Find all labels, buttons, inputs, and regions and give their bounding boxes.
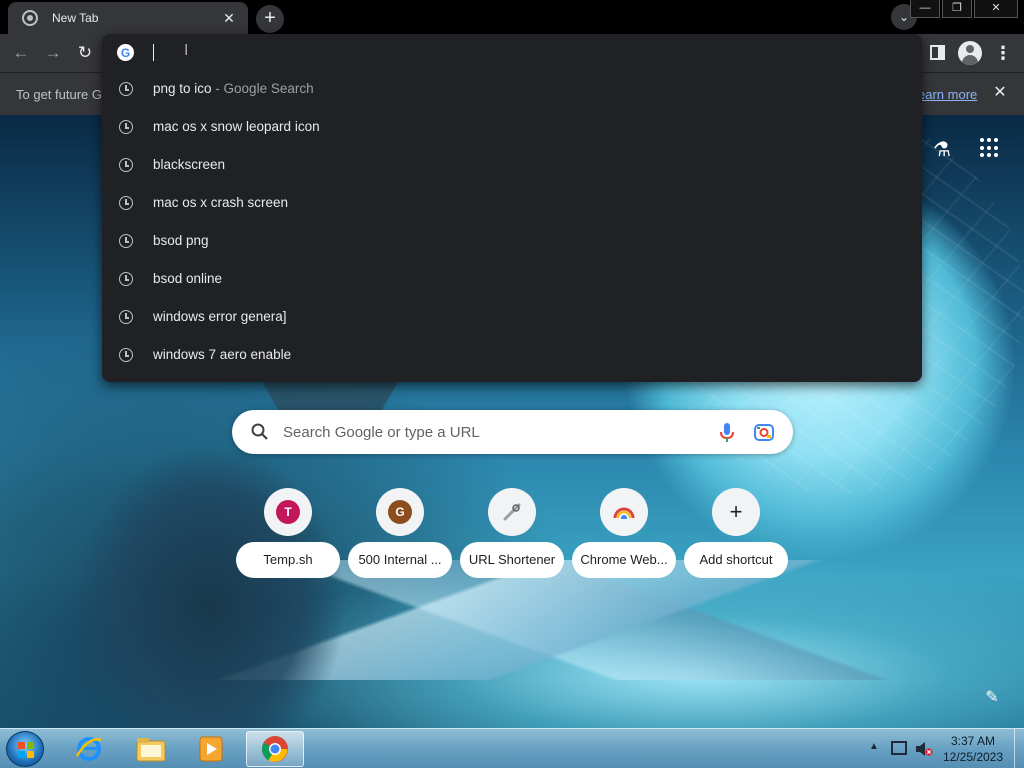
history-clock-icon [119,82,133,96]
title-bar: New Tab ✕ + ⌄ — ❐ ✕ [0,0,1024,34]
tab-close-icon[interactable]: ✕ [220,10,238,27]
history-clock-icon [119,272,133,286]
suggestion-text: bsod png [153,233,209,248]
restore-button[interactable]: ❐ [942,0,972,18]
network-icon[interactable] [891,741,907,755]
suggestion-text: windows error genera] [153,309,287,324]
learn-more-link[interactable]: earn more [918,87,977,102]
suggestion-item[interactable]: windows error genera] [102,298,922,336]
info-bar-text: To get future G [16,87,102,102]
info-bar-close-icon[interactable]: ✕ [990,83,1010,103]
add-shortcut-tile[interactable]: + Add shortcut [684,488,788,580]
chrome-labs-flask-icon[interactable]: ⚗ [930,137,954,161]
omnibox-dropdown: G I png to ico - Google Search mac os x … [102,34,922,382]
tray-expand-arrow-icon[interactable]: ▲ [869,741,879,752]
tab-new-tab[interactable]: New Tab ✕ [8,2,248,34]
shortcut-label: URL Shortener [460,542,564,578]
suggestion-text: blackscreen [153,157,226,172]
windows-logo-icon [18,742,34,758]
shortcut-tile[interactable]: Chrome Web... [572,488,676,580]
history-clock-icon [119,310,133,324]
start-button[interactable] [6,731,44,767]
history-clock-icon [119,158,133,172]
suggestion-text: windows 7 aero enable [153,347,292,362]
clock-date: 12/25/2023 [942,750,1004,764]
shortcut-tile[interactable]: G 500 Internal ... [348,488,452,580]
google-apps-grid-icon[interactable] [980,138,1000,158]
shortcut-icon-circle: T [264,488,312,536]
close-window-button[interactable]: ✕ [974,0,1018,18]
shortcut-icon-circle [488,488,536,536]
shortcut-label: Add shortcut [684,542,788,578]
suggestion-item[interactable]: blackscreen [102,146,922,184]
shortcut-label: Temp.sh [236,542,340,578]
history-clock-icon [119,234,133,248]
customize-pencil-icon[interactable]: ✎ [982,687,1002,707]
shortcut-tile[interactable]: URL Shortener [460,488,564,580]
side-panel-icon[interactable] [930,45,945,60]
windows-taskbar: ▲ 3:37 AM 12/25/2023 [0,728,1024,768]
suggestion-item[interactable]: bsod online [102,260,922,298]
forward-arrow-icon[interactable]: → [40,40,66,66]
shortcut-tile[interactable]: T Temp.sh [236,488,340,580]
shortcut-icon-circle: G [376,488,424,536]
profile-avatar-icon[interactable] [958,41,982,65]
ibeam-cursor-icon: I [184,42,189,59]
suggestion-item[interactable]: mac os x crash screen [102,184,922,222]
window-controls: — ❐ ✕ [908,0,1018,18]
history-clock-icon [119,120,133,134]
system-clock[interactable]: 3:37 AM 12/25/2023 [938,733,1008,765]
letter-t-icon: T [276,500,300,524]
volume-muted-icon[interactable] [915,741,933,757]
suggestion-item[interactable]: bsod png [102,222,922,260]
show-desktop-button[interactable] [1014,729,1024,768]
voice-search-mic-icon[interactable] [718,422,736,444]
suggestion-text: png to ico - Google Search [153,81,314,96]
plus-icon: + [729,499,743,524]
new-tab-button[interactable]: + [256,5,284,33]
suggestion-item[interactable]: mac os x snow leopard icon [102,108,922,146]
chrome-web-store-icon [613,507,635,519]
ntp-search-box[interactable]: Search Google or type a URL [232,410,793,454]
shortcut-label: 500 Internal ... [348,542,452,578]
minimize-button[interactable]: — [910,0,940,18]
search-icon [251,423,268,440]
reload-icon[interactable]: ↻ [72,40,98,66]
history-clock-icon [119,196,133,210]
letter-g-icon: G [388,500,412,524]
suggestion-item[interactable]: windows 7 aero enable [102,336,922,374]
text-caret [153,44,154,61]
suggestion-text: mac os x crash screen [153,195,289,210]
chrome-tab-icon [22,10,38,26]
kebab-menu-icon[interactable]: ⋮ [993,42,1013,64]
tab-title: New Tab [52,11,99,25]
suggestion-text: mac os x snow leopard icon [153,119,320,134]
media-player-icon[interactable] [184,731,238,767]
shortcut-icon-circle [600,488,648,536]
suggestion-text: bsod online [153,271,223,286]
google-lens-camera-icon[interactable] [753,422,775,442]
chrome-taskbar-icon[interactable] [246,731,304,767]
suggestion-item[interactable]: png to ico - Google Search [102,70,922,108]
shortcut-icon-circle: + [712,488,760,536]
shortcut-label: Chrome Web... [572,542,676,578]
history-clock-icon [119,348,133,362]
file-explorer-folder-icon[interactable] [124,731,178,767]
back-arrow-icon[interactable]: ← [8,40,34,66]
search-placeholder: Search Google or type a URL [283,424,480,441]
omnibox-input[interactable]: G I [102,34,922,70]
link-shortener-icon [503,503,521,521]
google-g-icon: G [117,44,134,61]
suggestion-suffix: - Google Search [211,81,314,96]
clock-time: 3:37 AM [950,734,996,748]
internet-explorer-icon[interactable] [62,731,116,767]
